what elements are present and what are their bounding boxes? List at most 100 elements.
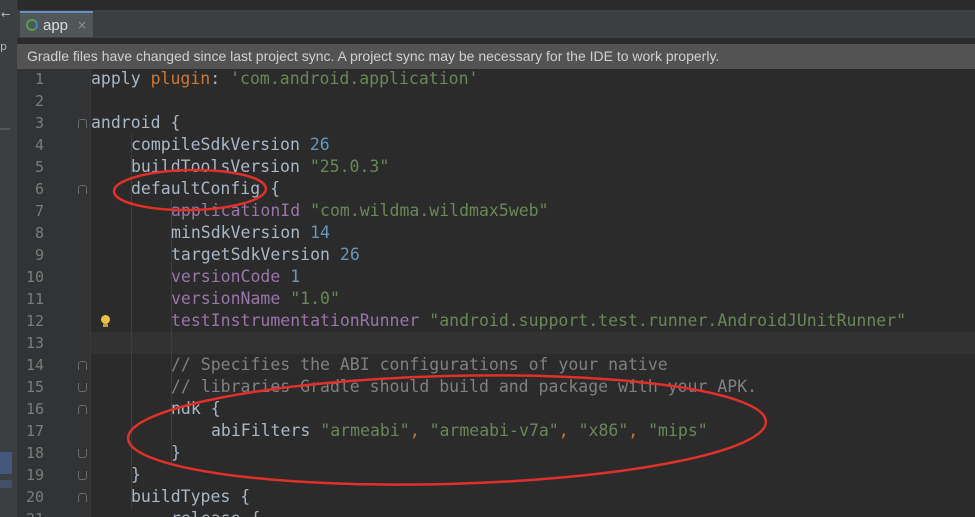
code-token: 14 — [310, 223, 330, 242]
tab-label: app — [43, 16, 69, 34]
line-number: 11 — [25, 290, 44, 308]
line-number: 2 — [34, 92, 44, 110]
code-line[interactable]: minSdkVersion 14 — [91, 222, 975, 244]
code-token: abiFilters — [211, 421, 321, 440]
line-number: 18 — [25, 444, 44, 462]
line-gutter[interactable]: 123456789101112131415161718192021 — [17, 69, 91, 517]
gradle-module-icon — [26, 19, 38, 31]
code-token: applicationId — [171, 201, 311, 220]
fold-end-icon[interactable] — [78, 449, 87, 458]
code-token: "armeabi-v7a" — [429, 421, 559, 440]
code-editor[interactable]: 123456789101112131415161718192021 apply … — [17, 69, 975, 517]
tab-app[interactable]: app × — [20, 11, 93, 37]
intention-bulb-icon[interactable] — [100, 315, 110, 327]
code-token: , — [409, 421, 430, 440]
line-number: 20 — [25, 488, 44, 506]
pane-selection-highlight — [0, 480, 12, 488]
code-token: ndk { — [171, 399, 221, 418]
code-line[interactable]: } — [91, 442, 975, 464]
code-line[interactable]: targetSdkVersion 26 — [91, 244, 975, 266]
code-line[interactable]: abiFilters "armeabi", "armeabi-v7a", "x8… — [91, 420, 975, 442]
code-token: targetSdkVersion — [171, 245, 340, 264]
code-area[interactable]: apply plugin: 'com.android.application' a… — [91, 69, 975, 517]
pane-selection-highlight — [0, 452, 12, 474]
line-number: 17 — [25, 422, 44, 440]
fold-end-icon[interactable] — [78, 383, 87, 392]
code-token: 26 — [339, 245, 360, 264]
code-token: 'com.android.application' — [230, 69, 479, 88]
fold-open-icon[interactable] — [78, 405, 87, 414]
code-line[interactable]: } — [91, 464, 975, 486]
code-line[interactable]: versionCode 1 — [91, 266, 975, 288]
code-token: plugin — [150, 69, 211, 88]
gradle-sync-notification: Gradle files have changed since last pro… — [17, 44, 975, 69]
code-line[interactable]: testInstrumentationRunner "android.suppo… — [91, 310, 975, 332]
project-pane-edge[interactable]: ← p — [0, 0, 18, 517]
fold-open-icon[interactable] — [78, 361, 87, 370]
line-number: 5 — [34, 158, 44, 176]
line-number: 21 — [17, 508, 44, 517]
code-token: : — [210, 69, 231, 88]
fold-open-icon[interactable] — [78, 185, 87, 194]
code-token: versionCode — [171, 267, 291, 286]
code-line[interactable]: // Specifies the ABI configurations of y… — [91, 354, 975, 376]
code-token: , — [558, 421, 579, 440]
line-number: 14 — [25, 356, 44, 374]
line-number: 7 — [34, 202, 44, 220]
fold-end-icon[interactable] — [78, 471, 87, 480]
code-token: "1.0" — [290, 289, 340, 308]
code-token: } — [171, 443, 181, 462]
fold-open-icon[interactable] — [78, 119, 87, 128]
line-number: 6 — [34, 180, 44, 198]
code-token: } — [131, 465, 141, 484]
line-number: 16 — [25, 400, 44, 418]
code-token: , — [628, 421, 649, 440]
code-token: buildToolsVersion — [131, 157, 310, 176]
line-number: 10 — [25, 268, 44, 286]
code-token: "android.support.test.runner.AndroidJUni… — [429, 311, 907, 330]
line-number: 19 — [25, 466, 44, 484]
code-token: "com.wildma.wildmax5web" — [310, 201, 549, 220]
code-line[interactable]: buildToolsVersion "25.0.3" — [91, 156, 975, 178]
code-line[interactable] — [91, 332, 975, 354]
project-pane-text-fragment: p — [0, 40, 7, 53]
line-number: 13 — [25, 334, 44, 352]
close-icon[interactable]: × — [77, 18, 87, 32]
code-token: android { — [91, 113, 181, 132]
code-line[interactable] — [91, 90, 975, 112]
code-line[interactable]: compileSdkVersion 26 — [91, 134, 975, 156]
code-line[interactable]: release { — [91, 508, 975, 517]
line-number: 3 — [34, 114, 44, 132]
code-token: minSdkVersion — [171, 223, 311, 242]
code-line[interactable]: apply plugin: 'com.android.application' — [91, 69, 975, 90]
code-token: "mips" — [648, 421, 708, 440]
code-token: 1 — [290, 267, 301, 286]
code-token: "armeabi" — [320, 421, 410, 440]
line-number: 9 — [34, 246, 44, 264]
code-line[interactable]: android { — [91, 112, 975, 134]
code-line[interactable]: buildTypes { — [91, 486, 975, 508]
code-token: "25.0.3" — [309, 157, 390, 176]
code-token: compileSdkVersion — [131, 135, 310, 154]
code-line[interactable]: defaultConfig { — [91, 178, 975, 200]
code-token: versionName — [171, 289, 291, 308]
code-token: "x86" — [578, 421, 629, 440]
code-line[interactable]: ndk { — [91, 398, 975, 420]
code-line[interactable]: versionName "1.0" — [91, 288, 975, 310]
code-token: apply — [91, 69, 151, 88]
code-token: // Specifies the ABI configurations of y… — [171, 355, 668, 374]
code-token: buildTypes { — [131, 487, 251, 506]
code-token: release { — [171, 509, 260, 517]
notification-text: Gradle files have changed since last pro… — [27, 48, 720, 64]
code-line[interactable]: // libraries Gradle should build and pac… — [91, 376, 975, 398]
code-token: defaultConfig { — [131, 179, 281, 198]
editor-tab-bar: app × — [17, 10, 975, 39]
line-number: 12 — [25, 312, 44, 330]
line-number: 8 — [34, 224, 44, 242]
pane-divider — [0, 128, 10, 130]
fold-open-icon[interactable] — [78, 493, 87, 502]
code-line[interactable]: applicationId "com.wildma.wildmax5web" — [91, 200, 975, 222]
code-token: // libraries Gradle should build and pac… — [171, 377, 758, 396]
code-token: testInstrumentationRunner — [171, 311, 430, 330]
back-arrow-icon[interactable]: ← — [1, 8, 10, 21]
